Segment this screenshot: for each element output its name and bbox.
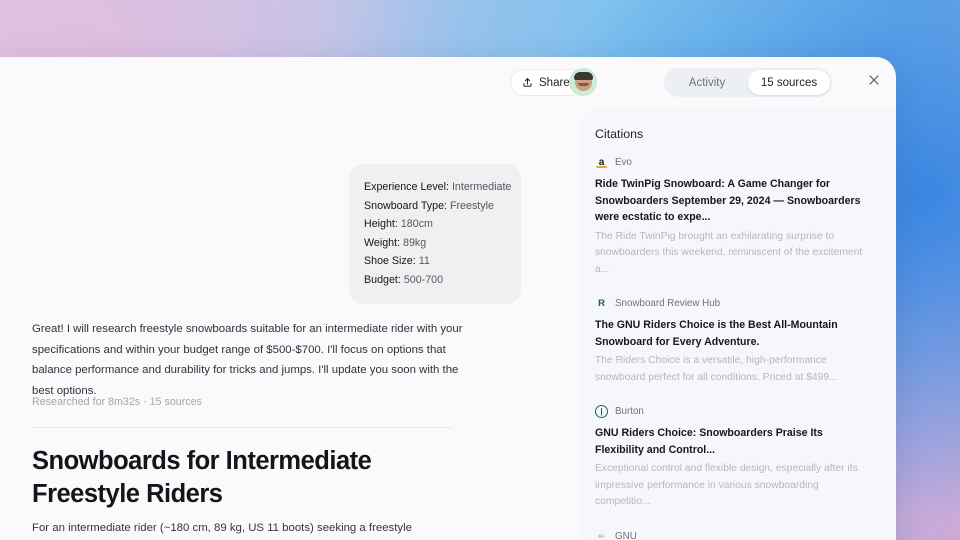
evo-source-icon: a	[595, 156, 608, 169]
user-requirements-card: Experience Level: Intermediate Snowboard…	[349, 164, 521, 304]
gnu-source-icon: ↞	[597, 530, 606, 540]
citation-source: a Evo	[595, 156, 874, 169]
citation-item[interactable]: | Burton GNU Riders Choice: Snowboarders…	[595, 405, 874, 511]
citation-item[interactable]: a Evo Ride TwinPig Snowboard: A Game Cha…	[595, 156, 874, 278]
avatar-face-icon	[573, 71, 593, 91]
citation-source-name: Snowboard Review Hub	[615, 298, 721, 309]
citation-source: | Burton	[595, 405, 874, 418]
requirement-value: 11	[418, 255, 430, 267]
requirement-row: Height: 180cm	[364, 215, 506, 234]
page-title: Snowboards for Intermediate Freestyle Ri…	[32, 447, 372, 508]
panel-view-toggle[interactable]: Activity 15 sources	[664, 68, 832, 97]
burton-source-icon: |	[595, 405, 608, 418]
top-toolbar: Share Activity 15 sources	[0, 57, 896, 109]
avatar[interactable]	[569, 68, 597, 96]
citation-source: R Snowboard Review Hub	[595, 297, 874, 310]
citation-source-name: Burton	[615, 406, 644, 417]
snowboard-review-hub-source-icon: R	[598, 297, 605, 309]
requirement-row: Experience Level: Intermediate	[364, 178, 511, 197]
requirement-row: Weight: 89kg	[364, 234, 506, 253]
requirement-value: 89kg	[403, 236, 427, 249]
conversation-column: Experience Level: Intermediate Snowboard…	[0, 109, 605, 540]
requirement-label: Snowboard Type:	[364, 199, 447, 212]
requirement-label: Experience Level:	[364, 181, 449, 193]
desktop-background: Share Activity 15 sources Experience Lev…	[0, 0, 960, 540]
requirement-label: Weight:	[364, 236, 401, 249]
report-intro-paragraph: For an intermediate rider (~180 cm, 89 k…	[32, 522, 412, 534]
citation-title: The GNU Riders Choice is the Best All-Mo…	[595, 319, 838, 348]
close-panel-button[interactable]	[863, 71, 885, 93]
share-upload-icon	[522, 77, 533, 88]
requirement-label: Height:	[364, 218, 398, 230]
citation-source-name: GNU	[615, 530, 637, 540]
citation-item[interactable]: ↞ GNU GNU Riders Choice: Crafted for You…	[595, 530, 874, 540]
requirement-row: Budget: 500-700	[364, 271, 506, 290]
requirement-value: Intermediate	[451, 181, 512, 193]
citation-title: Ride TwinPig Snowboard: A Game Changer f…	[595, 178, 861, 223]
requirement-label: Budget:	[364, 273, 401, 286]
citations-heading: Citations	[595, 127, 644, 141]
share-button-label: Share	[539, 76, 570, 89]
citation-source: ↞ GNU	[595, 530, 874, 540]
requirement-row: Shoe Size: 11	[364, 252, 506, 271]
citation-source-name: Evo	[615, 157, 632, 168]
tab-sources[interactable]: 15 sources	[748, 70, 830, 95]
requirement-value: 500-700	[403, 273, 444, 286]
research-meta: Researched for 8m32s · 15 sources	[32, 396, 202, 408]
citation-snippet: Exceptional control and flexible design,…	[595, 463, 858, 507]
requirement-value: 180cm	[400, 218, 433, 230]
citation-title: GNU Riders Choice: Snowboarders Praise I…	[595, 427, 823, 456]
conversation-card: Share Activity 15 sources Experience Lev…	[0, 57, 896, 540]
tab-activity[interactable]: Activity	[666, 70, 748, 95]
citation-item[interactable]: R Snowboard Review Hub The GNU Riders Ch…	[595, 297, 874, 386]
requirement-label: Shoe Size:	[364, 255, 416, 267]
section-divider	[32, 427, 452, 428]
close-icon	[867, 73, 881, 92]
requirement-row: Snowboard Type: Freestyle	[364, 197, 506, 216]
citation-snippet: The Ride TwinPig brought an exhilarating…	[595, 230, 863, 275]
requirement-value: Freestyle	[449, 199, 494, 212]
sources-panel: Citations a Evo Ride TwinPig Snowboard: …	[579, 109, 896, 540]
assistant-message: Great! I will research freestyle snowboa…	[32, 323, 463, 397]
citation-snippet: The Riders Choice is a versatile, high-p…	[595, 355, 838, 383]
